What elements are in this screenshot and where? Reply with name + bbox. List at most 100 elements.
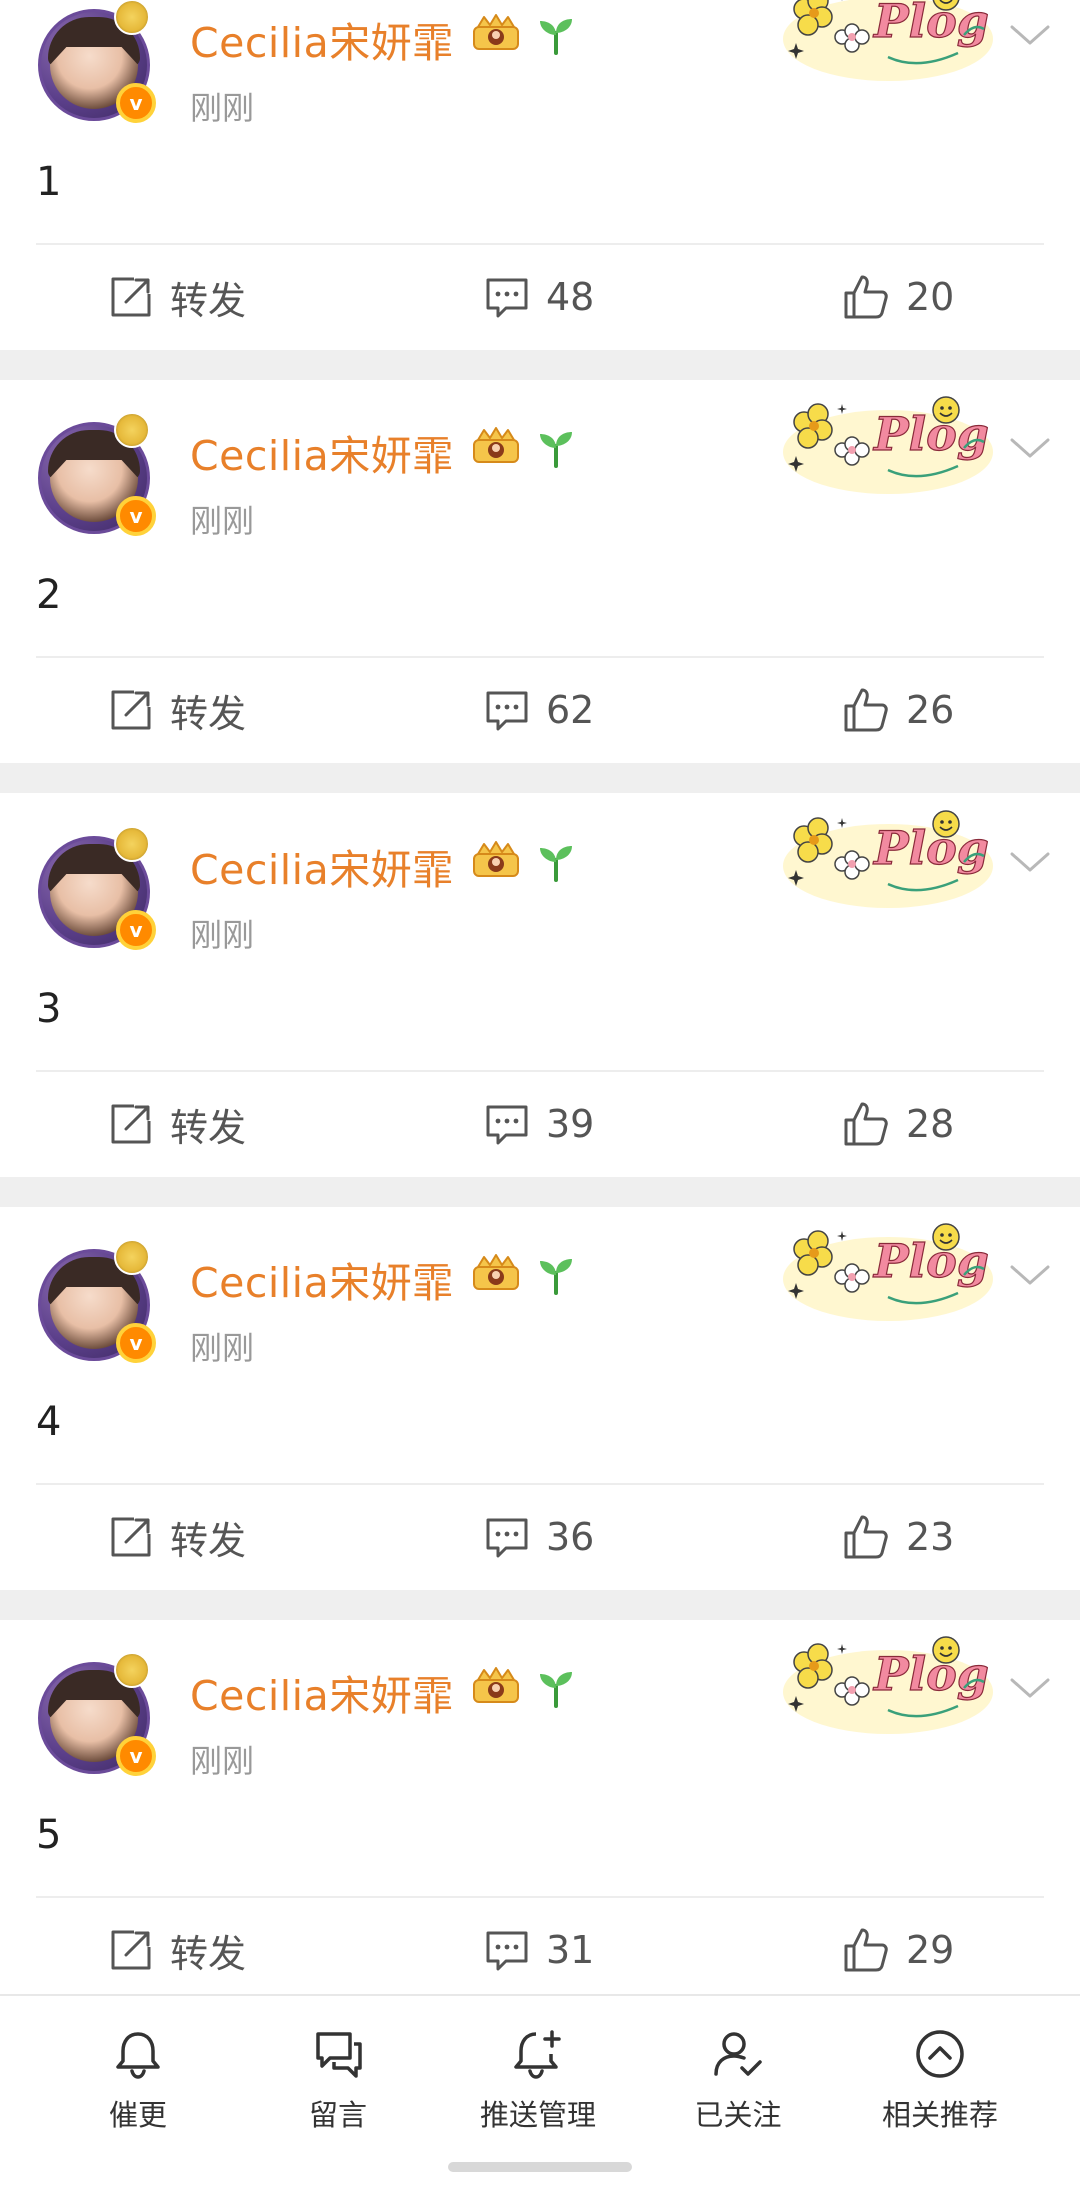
like-button[interactable]: 23: [842, 1509, 954, 1565]
chevron-down-icon[interactable]: [1006, 17, 1054, 53]
tab-following[interactable]: 已关注: [648, 2026, 828, 2134]
chevron-down-icon[interactable]: [1006, 844, 1054, 880]
like-button[interactable]: 26: [842, 682, 954, 738]
thumbs-up-icon: [844, 1102, 888, 1146]
plog-card-decoration: Plog: [783, 810, 993, 908]
post-content: 4: [36, 1399, 62, 1445]
chevron-down-icon[interactable]: [1006, 1670, 1054, 1706]
user-check-icon: [714, 2032, 762, 2076]
comment-bubble-icon: [486, 1931, 528, 1971]
divider: [36, 1483, 1044, 1485]
repost-button[interactable]: 转发: [108, 1922, 246, 1978]
svg-text:Plog: Plog: [872, 0, 989, 48]
avatar[interactable]: v: [36, 826, 156, 950]
bell-plus-icon: [514, 2030, 561, 2079]
tab-related-recommendations[interactable]: 相关推荐: [850, 2026, 1030, 2134]
repost-label: 转发: [170, 691, 247, 736]
comment-button[interactable]: 62: [484, 682, 594, 738]
avatar-pendant-decoration: [114, 412, 150, 448]
divider: [36, 656, 1044, 658]
svg-text:Plog: Plog: [872, 821, 989, 875]
avatar[interactable]: v: [36, 1239, 156, 1363]
post-time: 刚刚: [190, 1329, 255, 1367]
sprout-badge-icon[interactable]: [534, 13, 578, 57]
like-button[interactable]: 20: [842, 269, 954, 325]
post-card[interactable]: v Cecilia宋妍霏 刚刚 Plog: [0, 392, 1080, 763]
post-time: 刚刚: [190, 916, 255, 954]
tab-label: 催更: [108, 2098, 167, 2132]
comment-button[interactable]: 39: [484, 1096, 594, 1152]
comment-button[interactable]: 48: [484, 269, 594, 325]
crown-member-badge-icon[interactable]: [470, 1666, 522, 1706]
chat-bubbles-icon: [316, 2032, 362, 2078]
repost-button[interactable]: 转发: [108, 1096, 246, 1152]
repost-button[interactable]: 转发: [108, 1509, 246, 1565]
comment-bubble-icon: [486, 691, 528, 731]
sprout-badge-icon[interactable]: [534, 1253, 578, 1297]
crown-member-badge-icon[interactable]: [470, 840, 522, 880]
avatar-pendant-decoration: [114, 0, 150, 35]
post-card[interactable]: v Cecilia宋妍霏 刚刚 Plog: [0, 1632, 1080, 2003]
comment-count: 48: [546, 275, 595, 319]
crown-member-badge-icon[interactable]: [470, 1253, 522, 1293]
avatar[interactable]: v: [36, 412, 156, 536]
post-content: 1: [36, 159, 62, 205]
repost-button[interactable]: 转发: [108, 682, 246, 738]
share-arrow-icon: [111, 1517, 151, 1557]
avatar[interactable]: v: [36, 0, 156, 123]
bottom-action-bar: 催更 留言 推送管理 已关注 相关推荐: [0, 1994, 1080, 2198]
repost-label: 转发: [170, 1931, 247, 1976]
share-arrow-icon: [111, 1104, 151, 1144]
tab-urge-update[interactable]: 催更: [48, 2026, 228, 2134]
like-button[interactable]: 28: [842, 1096, 954, 1152]
comment-bubble-icon: [486, 278, 528, 318]
thumbs-up-icon: [844, 1928, 888, 1972]
chevron-down-icon[interactable]: [1006, 430, 1054, 466]
post-card[interactable]: v Cecilia宋妍霏 刚刚 Plog: [0, 1219, 1080, 1590]
avatar[interactable]: v: [36, 1652, 156, 1776]
chevron-down-icon[interactable]: [1006, 1257, 1054, 1293]
thumbs-up-icon: [844, 275, 888, 319]
repost-label: 转发: [170, 1105, 247, 1150]
thumbs-up-icon: [844, 688, 888, 732]
username[interactable]: Cecilia宋妍霏: [190, 422, 454, 482]
comment-button[interactable]: 31: [484, 1922, 594, 1978]
tab-push-settings[interactable]: 推送管理: [448, 2026, 628, 2134]
repost-button[interactable]: 转发: [108, 269, 246, 325]
sprout-badge-icon[interactable]: [534, 1666, 578, 1710]
share-arrow-icon: [111, 1930, 151, 1970]
username[interactable]: Cecilia宋妍霏: [190, 836, 454, 896]
tab-message[interactable]: 留言: [248, 2026, 428, 2134]
post-time: 刚刚: [190, 502, 255, 540]
sprout-badge-icon[interactable]: [534, 840, 578, 884]
comment-button[interactable]: 36: [484, 1509, 594, 1565]
like-count: 28: [906, 1102, 955, 1146]
crown-member-badge-icon[interactable]: [470, 13, 522, 53]
like-button[interactable]: 29: [842, 1922, 954, 1978]
comment-count: 36: [546, 1515, 595, 1559]
post-card[interactable]: v Cecilia宋妍霏 刚刚 Plog: [0, 806, 1080, 1177]
tab-label: 留言: [308, 2098, 367, 2132]
repost-label: 转发: [170, 1518, 247, 1563]
plog-card-decoration: Plog: [783, 0, 993, 81]
verified-badge-icon: v: [116, 496, 156, 536]
divider: [36, 1070, 1044, 1072]
username[interactable]: Cecilia宋妍霏: [190, 1249, 454, 1309]
divider: [36, 1896, 1044, 1898]
post-card[interactable]: v Cecilia宋妍霏 刚刚 Plog: [0, 0, 1080, 350]
username[interactable]: Cecilia宋妍霏: [190, 1662, 454, 1722]
svg-text:Plog: Plog: [872, 1647, 989, 1701]
post-separator: [0, 350, 1080, 380]
tab-label: 推送管理: [479, 2098, 596, 2132]
username[interactable]: Cecilia宋妍霏: [190, 9, 454, 69]
like-count: 20: [906, 275, 955, 319]
crown-member-badge-icon[interactable]: [470, 426, 522, 466]
plog-card-decoration: Plog: [783, 1636, 993, 1734]
post-content: 5: [36, 1812, 62, 1858]
sprout-badge-icon[interactable]: [534, 426, 578, 470]
post-separator: [0, 1590, 1080, 1620]
post-time: 刚刚: [190, 1742, 255, 1780]
tab-label: 相关推荐: [881, 2098, 998, 2132]
share-arrow-icon: [111, 277, 151, 317]
verified-badge-icon: v: [116, 1736, 156, 1776]
